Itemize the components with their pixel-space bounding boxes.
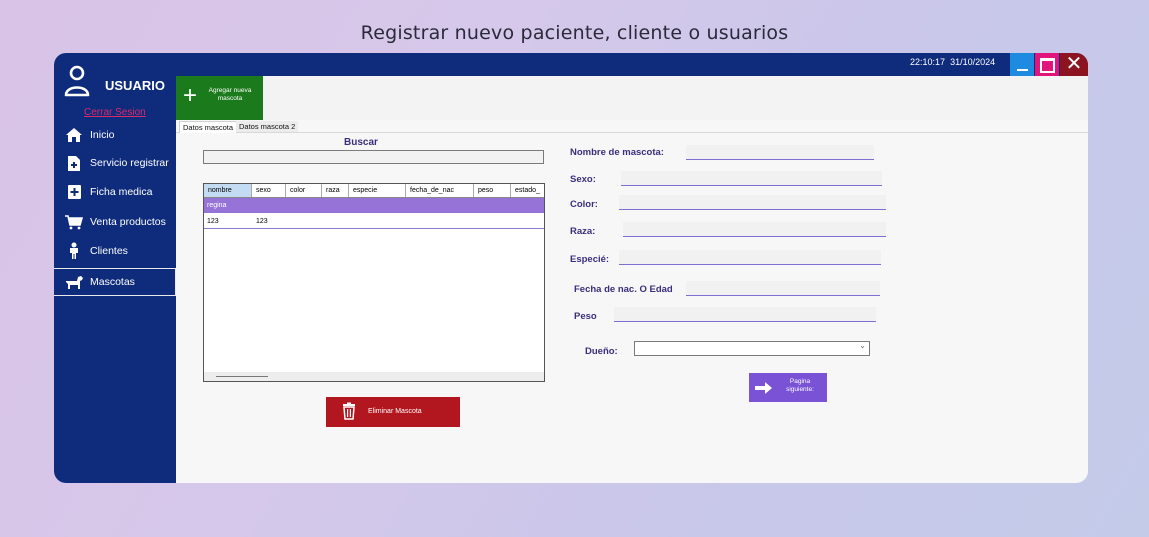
fecha-label: Fecha de nac. O Edad	[574, 284, 673, 295]
table-row[interactable]: regina	[204, 198, 544, 213]
fecha-field[interactable]	[686, 281, 880, 296]
add-pet-label: Agregar nueva mascota	[208, 87, 252, 102]
tab-datos-mascota-2[interactable]: Datos mascota 2	[236, 121, 299, 132]
next-page-label: Pagina siguiente:	[786, 378, 814, 393]
dueno-label: Dueño:	[585, 346, 618, 357]
dog-icon	[63, 273, 85, 291]
pets-table[interactable]: nombre sexo color raza especie fecha_de_…	[203, 183, 545, 382]
home-icon	[63, 126, 85, 144]
delete-pet-button[interactable]: Eliminar Mascota	[326, 397, 460, 427]
sidebar-item-venta-productos[interactable]: Venta productos	[54, 208, 176, 236]
sidebar-item-ficha-medica[interactable]: Ficha medica	[54, 178, 176, 206]
sidebar: USUARIO Cerrar Sesion Inicio Servicio re…	[54, 53, 176, 483]
sidebar-item-label: Inicio	[90, 129, 115, 141]
close-button[interactable]: ✕	[1060, 53, 1088, 76]
search-label: Buscar	[344, 137, 378, 148]
column-header-nombre[interactable]: nombre	[204, 184, 252, 197]
add-pet-button[interactable]: + Agregar nueva mascota	[176, 76, 263, 120]
especie-field[interactable]	[619, 250, 881, 265]
column-header-estado[interactable]: estado_	[511, 184, 544, 197]
dueno-select[interactable]: ⌄	[634, 341, 870, 356]
sidebar-item-inicio[interactable]: Inicio	[54, 121, 176, 149]
clock-time: 22:10:17	[910, 57, 946, 67]
arrow-right-icon	[755, 381, 773, 399]
nombre-field[interactable]	[686, 145, 874, 160]
title-bar: 22:10:17 31/10/2024 ✕	[176, 53, 1088, 76]
column-header-especie[interactable]: especie	[349, 184, 406, 197]
sidebar-item-mascotas[interactable]: Mascotas	[54, 268, 176, 296]
table-cell: 123	[256, 218, 268, 225]
column-header-fecha-de-nac[interactable]: fecha_de_nac	[406, 184, 474, 197]
peso-field[interactable]	[614, 307, 876, 322]
column-header-peso[interactable]: peso	[474, 184, 511, 197]
user-label: USUARIO	[105, 78, 165, 93]
medical-file-icon	[63, 183, 85, 201]
color-label: Color:	[570, 199, 598, 210]
minimize-button[interactable]	[1010, 53, 1034, 76]
nombre-label: Nombre de mascota:	[570, 147, 664, 158]
trash-icon	[342, 402, 356, 425]
app-window: USUARIO Cerrar Sesion Inicio Servicio re…	[54, 53, 1088, 483]
document-add-icon	[63, 154, 85, 172]
close-icon: ✕	[1065, 53, 1083, 75]
sidebar-item-label: Venta productos	[90, 216, 166, 228]
user-block: USUARIO Cerrar Sesion	[54, 53, 176, 119]
chevron-down-icon: ⌄	[859, 341, 866, 350]
clock-date: 31/10/2024	[950, 57, 996, 67]
sidebar-item-servicio-registrar[interactable]: Servicio registrar	[54, 149, 176, 177]
maximize-button[interactable]	[1035, 53, 1059, 76]
sidebar-item-label: Mascotas	[90, 276, 135, 288]
sidebar-item-label: Clientes	[90, 245, 128, 257]
plus-icon: +	[183, 82, 198, 109]
table-row[interactable]: 123 123	[204, 215, 544, 229]
table-cell: regina	[207, 202, 227, 209]
clock: 22:10:17 31/10/2024	[910, 57, 995, 67]
toolbar: + Agregar nueva mascota	[176, 76, 1088, 120]
tab-datos-mascota[interactable]: Datos mascota	[179, 121, 238, 133]
sidebar-item-label: Servicio registrar	[90, 157, 169, 169]
person-icon	[63, 242, 85, 260]
sidebar-item-label: Ficha medica	[90, 186, 153, 198]
column-header-raza[interactable]: raza	[322, 184, 349, 197]
table-header: nombre sexo color raza especie fecha_de_…	[204, 184, 544, 198]
cart-icon	[63, 213, 85, 231]
especie-label: Especié:	[570, 254, 610, 265]
sidebar-item-clientes[interactable]: Clientes	[54, 237, 176, 265]
color-field[interactable]	[619, 195, 886, 210]
column-header-color[interactable]: color	[286, 184, 322, 197]
peso-label: Peso	[574, 311, 597, 322]
raza-label: Raza:	[570, 226, 596, 237]
search-input[interactable]	[203, 150, 544, 164]
delete-pet-label: Eliminar Mascota	[368, 408, 422, 415]
horizontal-scrollbar[interactable]	[204, 372, 544, 381]
sexo-field[interactable]	[621, 171, 882, 186]
next-page-button[interactable]: Pagina siguiente:	[749, 373, 827, 402]
raza-field[interactable]	[623, 222, 886, 237]
logout-link[interactable]: Cerrar Sesion	[84, 107, 146, 118]
table-cell: 123	[207, 218, 219, 225]
column-header-sexo[interactable]: sexo	[252, 184, 286, 197]
page-title: Registrar nuevo paciente, cliente o usua…	[360, 22, 789, 44]
sexo-label: Sexo:	[570, 174, 596, 185]
tab-bar: Datos mascota Datos mascota 2	[176, 120, 1088, 133]
user-icon	[64, 65, 90, 97]
